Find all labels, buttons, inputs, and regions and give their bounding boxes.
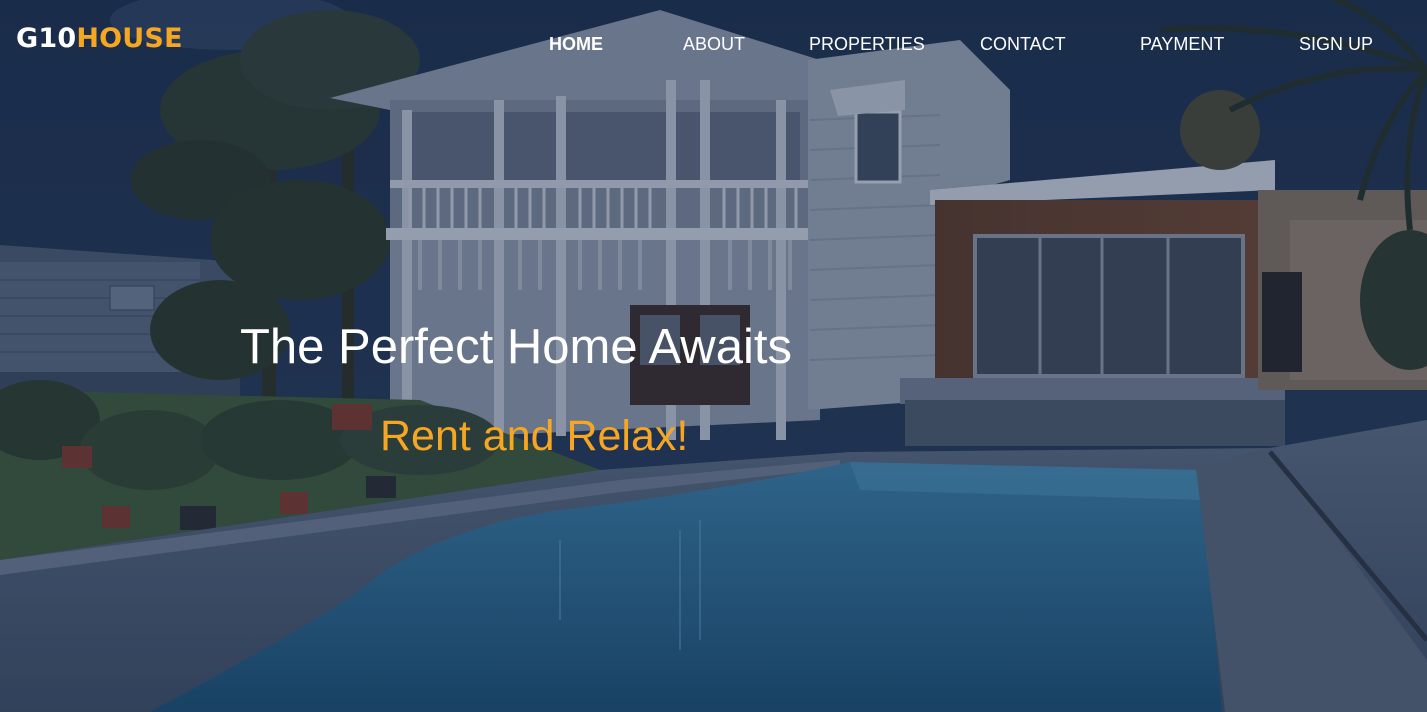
site-logo[interactable]: G10HOUSE bbox=[16, 22, 183, 56]
logo-text-accent: HOUSE bbox=[76, 23, 183, 54]
hero-section: G10HOUSE HOME ABOUT PROPERTIES CONTACT P… bbox=[0, 0, 1427, 712]
nav-link-about[interactable]: ABOUT bbox=[683, 32, 745, 56]
nav-link-contact[interactable]: CONTACT bbox=[980, 32, 1066, 56]
nav-link-payment[interactable]: PAYMENT bbox=[1140, 32, 1224, 56]
logo-text-primary: G10 bbox=[16, 23, 77, 54]
nav-link-sign-up[interactable]: SIGN UP bbox=[1299, 32, 1373, 56]
nav-link-home[interactable]: HOME bbox=[549, 32, 603, 56]
hero-subheadline: Rent and Relax! bbox=[380, 412, 689, 460]
nav-link-properties[interactable]: PROPERTIES bbox=[809, 32, 925, 56]
hero-headline: The Perfect Home Awaits bbox=[240, 320, 792, 374]
